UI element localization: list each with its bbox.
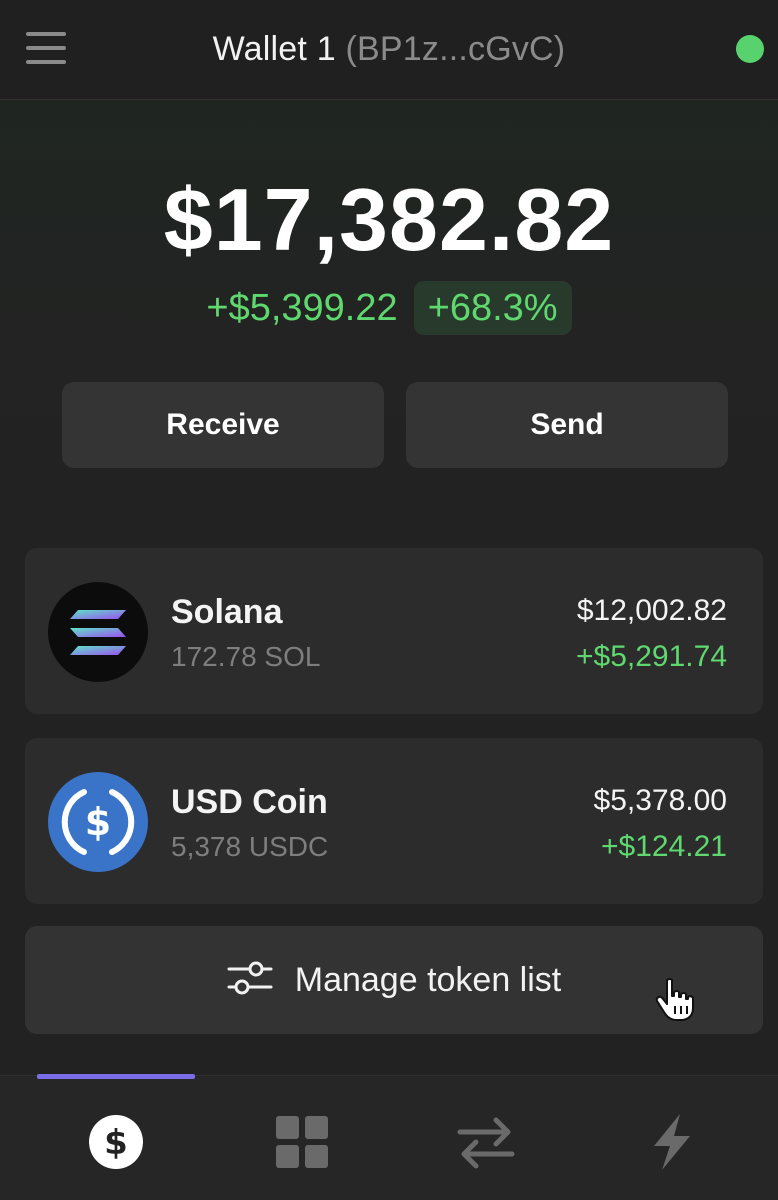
nav-tab-swap[interactable]: [456, 1112, 516, 1172]
nav-tab-collectibles[interactable]: [272, 1112, 332, 1172]
sliders-icon: [227, 958, 273, 1003]
total-balance: $17,382.82: [163, 170, 615, 269]
svg-text:$: $: [104, 1123, 128, 1163]
token-row-solana[interactable]: Solana 172.78 SOL $12,002.82 +$5,291.74: [25, 548, 763, 714]
connection-status-icon: [736, 35, 764, 63]
send-button[interactable]: Send: [406, 382, 728, 468]
balance-change-amount: +$5,399.22: [206, 287, 398, 329]
wallet-name: Wallet 1: [212, 30, 336, 68]
token-name: USD Coin: [171, 783, 328, 821]
wallet-title[interactable]: Wallet 1 (BP1z...cGvC): [0, 28, 778, 70]
token-value: $5,378.00: [593, 784, 727, 817]
header: Wallet 1 (BP1z...cGvC): [0, 0, 778, 100]
dollar-icon: $: [89, 1115, 143, 1169]
bottom-nav: $: [0, 1074, 778, 1200]
token-row-usd-coin[interactable]: $ USD Coin 5,378 USDC $5,378.00 +$124.21: [25, 738, 763, 904]
swap-arrows-icon: [457, 1117, 515, 1169]
wallet-app: Wallet 1 (BP1z...cGvC) $17,382.82 +$5,39…: [0, 0, 778, 1200]
token-name: Solana: [171, 593, 283, 631]
active-tab-indicator: [37, 1074, 195, 1079]
receive-button[interactable]: Receive: [62, 382, 384, 468]
manage-token-list-label: Manage token list: [294, 961, 562, 999]
balance-change-row: +$5,399.22 +68.3%: [0, 281, 778, 335]
token-change: +$5,291.74: [576, 640, 727, 673]
wallet-address: (BP1z...cGvC): [345, 30, 566, 68]
token-amount: 172.78 SOL: [171, 641, 321, 672]
balance-change-percent-badge: +68.3%: [413, 281, 572, 335]
lightning-icon: [654, 1114, 690, 1170]
hand-cursor-icon: [653, 976, 697, 1022]
token-change: +$124.21: [601, 830, 727, 863]
svg-text:$: $: [85, 800, 111, 844]
grid-icon: [276, 1116, 328, 1168]
manage-token-list-button[interactable]: Manage token list: [25, 926, 763, 1034]
solana-logo-icon: [48, 582, 148, 682]
usdc-logo-icon: $: [48, 772, 148, 872]
token-value: $12,002.82: [576, 594, 727, 627]
token-amount: 5,378 USDC: [171, 831, 329, 862]
nav-tab-activity[interactable]: [642, 1112, 702, 1172]
nav-tab-wallet[interactable]: $: [86, 1112, 146, 1172]
